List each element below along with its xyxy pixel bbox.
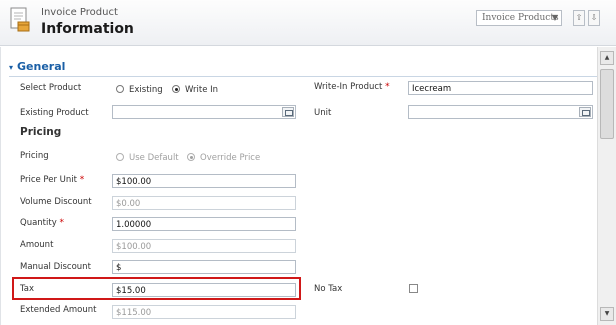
section-general-header[interactable]: ▾ General bbox=[9, 60, 65, 73]
radio-use-default: Use Default bbox=[116, 153, 179, 163]
quantity-label-text: Quantity bbox=[20, 218, 57, 228]
select-product-label: Select Product bbox=[20, 83, 82, 93]
quantity-label: Quantity * bbox=[20, 218, 64, 228]
radio-write-in-label: Write In bbox=[185, 85, 219, 95]
lookup-icon[interactable] bbox=[282, 107, 294, 117]
existing-product-field[interactable] bbox=[112, 105, 296, 119]
radio-write-in[interactable]: Write In bbox=[172, 85, 218, 95]
collapse-icon[interactable]: ▾ bbox=[9, 63, 13, 72]
unit-field[interactable] bbox=[408, 105, 593, 119]
pricing-label: Pricing bbox=[20, 151, 49, 161]
radio-write-in-button[interactable] bbox=[172, 85, 180, 93]
manual-discount-label: Manual Discount bbox=[20, 262, 91, 272]
chevron-down-icon: ▼ bbox=[551, 13, 558, 22]
invoice-product-icon bbox=[10, 7, 30, 32]
radio-override-price-label: Override Price bbox=[200, 153, 261, 163]
radio-use-default-label: Use Default bbox=[129, 153, 179, 163]
vertical-scrollbar[interactable]: ▲ ▼ bbox=[597, 47, 616, 325]
write-in-product-field[interactable]: Icecream bbox=[408, 81, 593, 95]
required-marker: * bbox=[59, 218, 64, 228]
next-record-button[interactable]: ⇩ bbox=[588, 10, 600, 26]
extended-amount-field: $115.00 bbox=[112, 305, 296, 319]
scrollbar-thumb[interactable] bbox=[600, 69, 614, 139]
write-in-product-label-text: Write-In Product bbox=[314, 82, 383, 92]
price-per-unit-label-text: Price Per Unit bbox=[20, 175, 77, 185]
required-marker: * bbox=[385, 82, 390, 92]
required-marker: * bbox=[79, 175, 85, 185]
tax-highlight-box bbox=[12, 277, 301, 300]
volume-discount-field: $0.00 bbox=[112, 196, 296, 210]
pricing-heading: Pricing bbox=[20, 126, 62, 138]
radio-override-price-button bbox=[187, 153, 195, 161]
scroll-up-icon[interactable]: ▲ bbox=[600, 51, 614, 65]
section-title: General bbox=[17, 60, 66, 73]
radio-existing-label: Existing bbox=[129, 85, 163, 95]
amount-field: $100.00 bbox=[112, 239, 296, 253]
form-header: Invoice Product Information Invoice Prod… bbox=[0, 0, 616, 46]
amount-label: Amount bbox=[20, 240, 54, 250]
entity-type-label: Invoice Product bbox=[41, 7, 118, 18]
section-divider bbox=[9, 76, 597, 77]
extended-amount-label: Extended Amount bbox=[20, 305, 97, 315]
no-tax-checkbox[interactable] bbox=[409, 284, 418, 293]
form-selector-value: Invoice Products bbox=[482, 13, 559, 23]
price-per-unit-field[interactable]: $100.00 bbox=[112, 174, 296, 188]
no-tax-label: No Tax bbox=[314, 284, 343, 294]
write-in-product-label: Write-In Product * bbox=[314, 82, 390, 92]
lookup-icon[interactable] bbox=[579, 107, 591, 117]
scroll-down-icon[interactable]: ▼ bbox=[600, 307, 614, 321]
manual-discount-field[interactable]: $ bbox=[112, 260, 296, 274]
price-per-unit-label: Price Per Unit * bbox=[20, 175, 84, 185]
page-title: Information bbox=[41, 21, 134, 37]
form-selector[interactable]: Invoice Products ▼ bbox=[476, 10, 562, 26]
radio-use-default-button bbox=[116, 153, 124, 161]
quantity-field[interactable]: 1.00000 bbox=[112, 217, 296, 231]
volume-discount-label: Volume Discount bbox=[20, 197, 92, 207]
radio-override-price: Override Price bbox=[187, 153, 260, 163]
existing-product-label: Existing Product bbox=[20, 108, 89, 118]
radio-existing-button[interactable] bbox=[116, 85, 124, 93]
unit-label: Unit bbox=[314, 108, 332, 118]
previous-record-button[interactable]: ⇧ bbox=[573, 10, 585, 26]
radio-existing[interactable]: Existing bbox=[116, 85, 163, 95]
